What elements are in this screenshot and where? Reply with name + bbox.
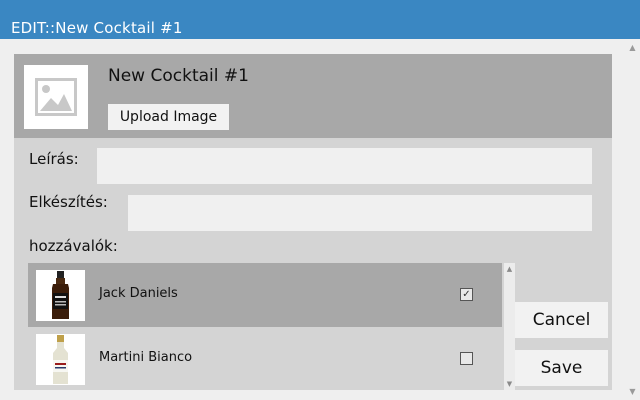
ingredients-label: hozzávalók: — [29, 237, 118, 255]
scroll-down-icon[interactable]: ▼ — [625, 385, 640, 399]
ingredient-checkbox[interactable]: ✓ — [460, 288, 473, 301]
ingredient-row-jack-daniels[interactable]: Jack Daniels ✓ — [28, 263, 502, 327]
whiskey-bottle-icon — [36, 270, 85, 321]
scroll-up-icon[interactable]: ▲ — [625, 41, 640, 55]
window-titlebar: EDIT::New Cocktail #1 — [0, 0, 640, 39]
image-placeholder-icon — [35, 78, 77, 116]
cocktail-image — [24, 65, 88, 129]
ingredient-row-martini-bianco[interactable]: Martini Bianco — [28, 327, 502, 390]
scroll-up-icon[interactable]: ▲ — [504, 264, 515, 274]
scroll-down-icon[interactable]: ▼ — [504, 379, 515, 389]
ingredients-scrollbar[interactable]: ▲ ▼ — [504, 263, 515, 390]
window-title: EDIT::New Cocktail #1 — [11, 19, 183, 37]
description-field[interactable] — [97, 148, 592, 184]
ingredient-name: Jack Daniels — [99, 286, 178, 301]
ingredients-list: Jack Daniels ✓ Martini Bianco ▲ ▼ — [28, 263, 515, 390]
edit-panel: New Cocktail #1 Upload Image Leírás: Elk… — [14, 54, 612, 390]
ingredient-checkbox[interactable] — [460, 352, 473, 365]
upload-image-button[interactable]: Upload Image — [108, 104, 229, 130]
cocktail-header: New Cocktail #1 Upload Image — [14, 54, 612, 138]
cocktail-name: New Cocktail #1 — [108, 66, 249, 86]
vermouth-bottle-icon — [36, 334, 85, 385]
window-scrollbar[interactable]: ▲ ▼ — [625, 40, 640, 400]
description-label: Leírás: — [29, 150, 79, 168]
save-button[interactable]: Save — [515, 350, 608, 386]
cancel-button[interactable]: Cancel — [515, 302, 608, 338]
preparation-field[interactable] — [128, 195, 592, 231]
preparation-label: Elkészítés: — [29, 193, 108, 211]
ingredient-name: Martini Bianco — [99, 350, 193, 365]
